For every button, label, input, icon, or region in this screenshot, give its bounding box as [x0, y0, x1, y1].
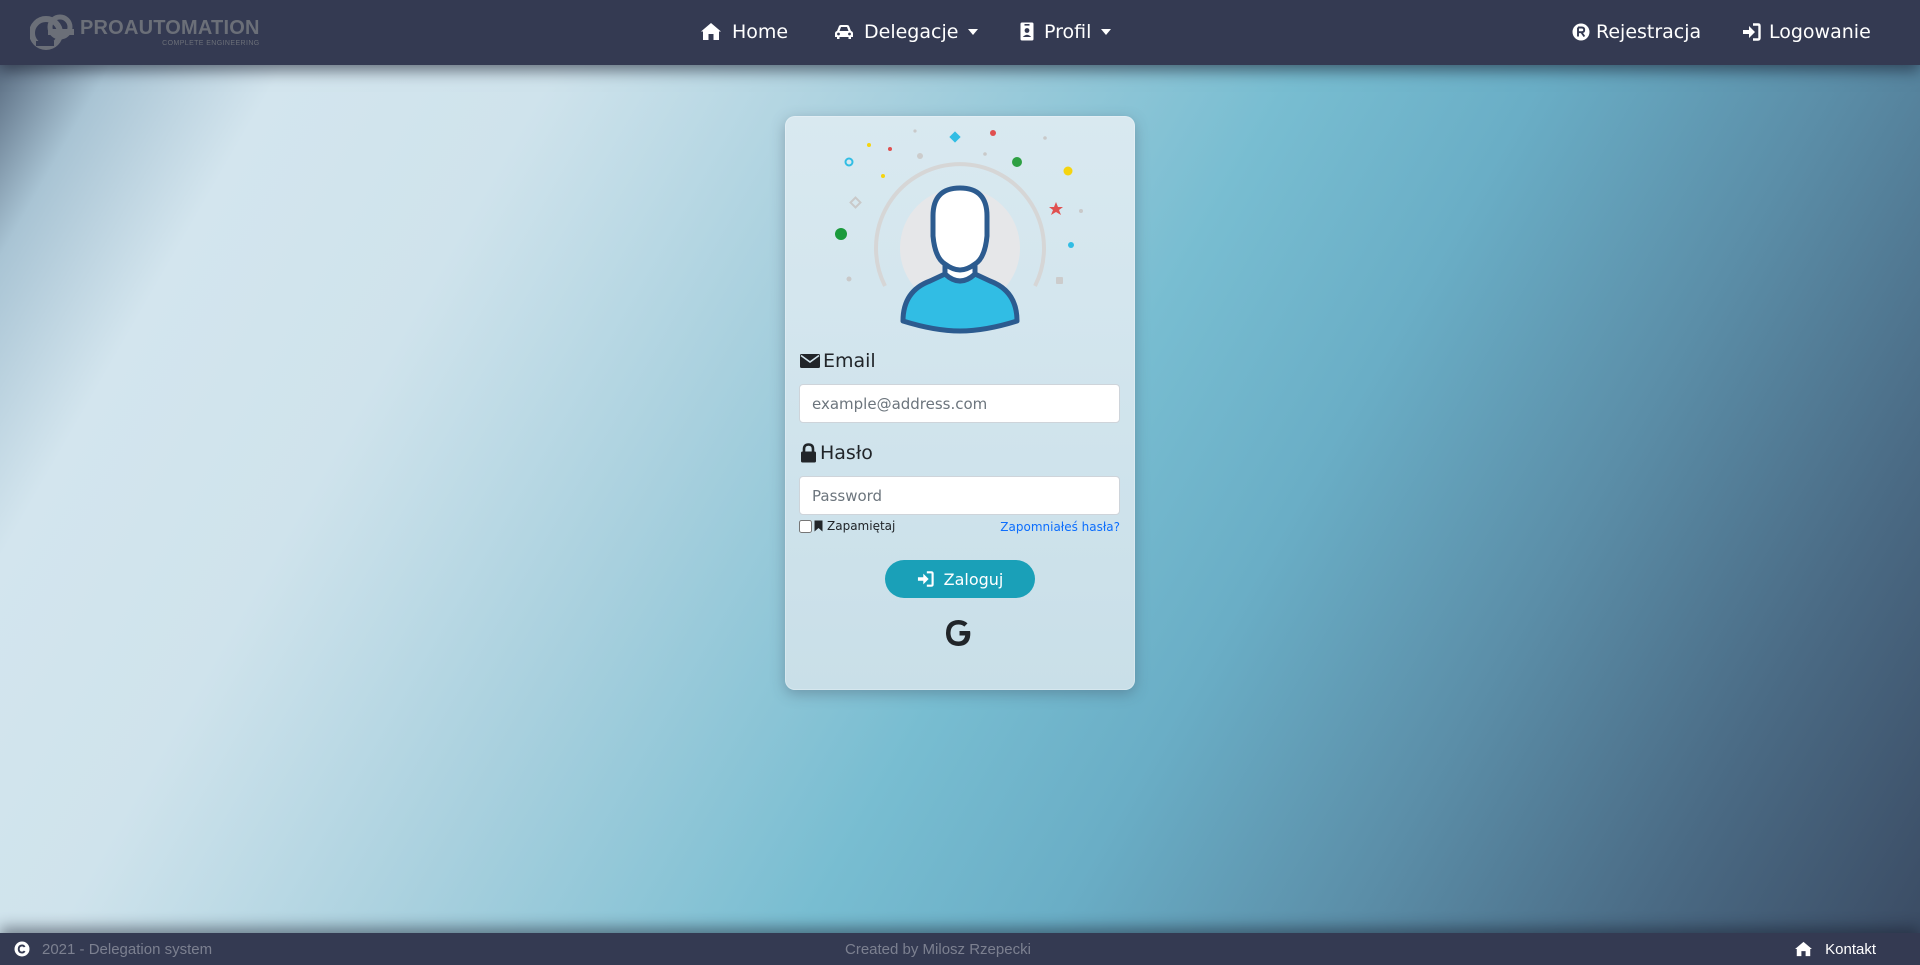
remember-me-label: Zapamiętaj — [827, 519, 896, 533]
copyright-icon — [14, 941, 30, 957]
password-label: Hasło — [800, 442, 873, 464]
chevron-down-icon — [968, 28, 979, 35]
sign-in-icon — [917, 571, 934, 587]
top-navbar: PROAUTOMATION COMPLETE ENGINEERING Home … — [0, 0, 1920, 65]
email-label-text: Email — [823, 350, 876, 372]
id-badge-icon — [1020, 22, 1034, 41]
login-card: Email Hasło Zapamiętaj Zapomniałeś hasła… — [785, 116, 1135, 690]
car-icon — [835, 24, 853, 39]
brand-name: PROAUTOMATION — [80, 16, 260, 39]
password-field[interactable] — [799, 476, 1120, 515]
nav-login-label: Logowanie — [1769, 20, 1871, 43]
google-icon[interactable] — [942, 616, 976, 650]
nav-home[interactable]: Home — [700, 0, 788, 63]
nav-delegations-label: Delegacje — [864, 20, 959, 43]
nav-profile-label: Profil — [1044, 20, 1092, 43]
lock-icon — [801, 443, 816, 463]
proautomation-logo-icon — [30, 14, 74, 50]
envelope-icon — [800, 354, 820, 368]
footer-contact-label: Kontakt — [1825, 940, 1876, 958]
nav-home-label: Home — [732, 20, 789, 43]
user-avatar-illustration — [835, 129, 1083, 334]
footer-credits: Created by Milosz Rzepecki — [845, 940, 1031, 958]
footer-copyright-text: 2021 - Delegation system — [42, 940, 213, 958]
login-button[interactable]: Zaloguj — [885, 560, 1035, 598]
home-icon — [1795, 941, 1813, 957]
brand-logo[interactable]: PROAUTOMATION COMPLETE ENGINEERING — [30, 10, 260, 54]
footer-contact-link[interactable]: Kontakt — [1794, 933, 1876, 965]
brand-tagline: COMPLETE ENGINEERING — [162, 39, 260, 47]
nav-register[interactable]: Rejestracja — [1572, 0, 1701, 63]
footer: 2021 - Delegation system Created by Milo… — [0, 933, 1920, 965]
bookmark-icon — [814, 520, 823, 532]
remember-me-checkbox[interactable] — [799, 519, 812, 533]
registered-icon — [1572, 23, 1590, 40]
footer-copyright: 2021 - Delegation system — [14, 933, 212, 965]
nav-delegations-dropdown[interactable]: Delegacje — [834, 0, 979, 63]
login-button-label: Zaloguj — [943, 569, 1004, 589]
remember-me: Zapamiętaj — [799, 519, 895, 533]
chevron-down-icon — [1101, 28, 1112, 35]
home-icon — [701, 23, 721, 40]
email-field[interactable] — [799, 384, 1120, 423]
email-label: Email — [800, 350, 876, 372]
nav-register-label: Rejestracja — [1596, 20, 1702, 43]
sign-in-icon — [1743, 22, 1761, 41]
password-label-text: Hasło — [820, 442, 873, 464]
nav-profile-dropdown[interactable]: Profil — [1020, 0, 1112, 63]
forgot-password-link[interactable]: Zapomniałeś hasła? — [1000, 520, 1120, 534]
nav-login[interactable]: Logowanie — [1742, 0, 1871, 63]
